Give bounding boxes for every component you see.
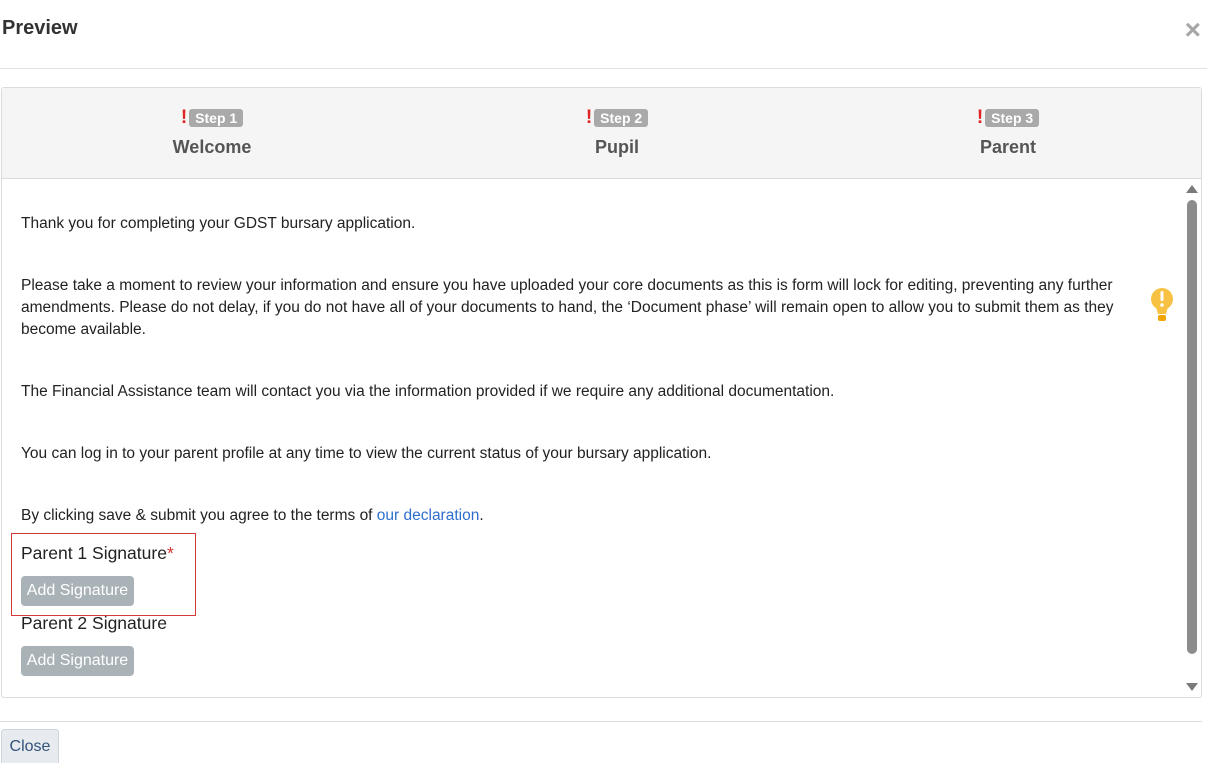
parent-profile-text: You can log in to your parent profile at… [21, 445, 712, 462]
contact-info-text: The Financial Assistance team will conta… [21, 383, 835, 400]
scroll-up-arrow-icon[interactable] [1186, 185, 1198, 193]
modal-header: Preview × [0, 0, 1207, 69]
parent1-signature-label-text: Parent 1 Signature [21, 543, 167, 563]
step-label: Pupil [595, 137, 639, 157]
step-navigation: ! Step 1 Welcome ! Step 2 Pupil ! Step 3 Pa… [2, 88, 1201, 179]
parent1-add-signature-button[interactable]: Add Signature [21, 576, 134, 606]
scroll-down-arrow-icon[interactable] [1186, 683, 1198, 691]
modal-title: Preview [2, 17, 78, 39]
parent2-signature-label: Parent 2 Signature [21, 613, 167, 633]
required-asterisk: * [166, 543, 174, 563]
form-container: ! Step 1 Welcome ! Step 2 Pupil ! Step 3 Pa… [1, 87, 1202, 698]
step-parent[interactable]: ! Step 3 Parent [928, 107, 1088, 158]
parent2-add-signature-button[interactable]: Add Signature [21, 646, 134, 676]
declaration-link[interactable]: our declaration [377, 507, 480, 524]
declaration-text: By clicking save & submit you agree to t… [21, 505, 1151, 527]
exclamation-icon: ! [180, 107, 188, 128]
step-badge: Step 3 [985, 109, 1040, 127]
declaration-prefix: By clicking save & submit you agree to t… [21, 507, 377, 524]
form-content: Thank you for completing your GDST bursa… [2, 179, 1182, 697]
step-pupil[interactable]: ! Step 2 Pupil [537, 107, 697, 158]
scrollbar-thumb[interactable] [1187, 200, 1197, 654]
content-scrollbar[interactable] [1183, 180, 1201, 696]
thank-you-text: Thank you for completing your GDST bursa… [21, 215, 416, 232]
footer-divider [0, 721, 1202, 722]
parent1-signature-label: Parent 1 Signature* [21, 542, 174, 564]
review-instructions-text: Please take a moment to review your info… [21, 277, 1114, 338]
close-button[interactable]: Close [1, 729, 59, 763]
close-icon[interactable]: × [1185, 16, 1201, 44]
step-badge: Step 2 [594, 109, 649, 127]
step-badge: Step 1 [189, 109, 244, 127]
declaration-suffix: . [479, 507, 484, 524]
exclamation-icon: ! [976, 107, 984, 128]
lightbulb-icon[interactable] [1150, 287, 1174, 323]
exclamation-icon: ! [585, 107, 593, 128]
preview-modal: Preview × ! Step 1 Welcome ! Step 2 Pupil … [0, 0, 1207, 763]
step-welcome[interactable]: ! Step 1 Welcome [132, 107, 292, 158]
step-label: Parent [979, 137, 1037, 157]
step-label: Welcome [172, 137, 252, 157]
